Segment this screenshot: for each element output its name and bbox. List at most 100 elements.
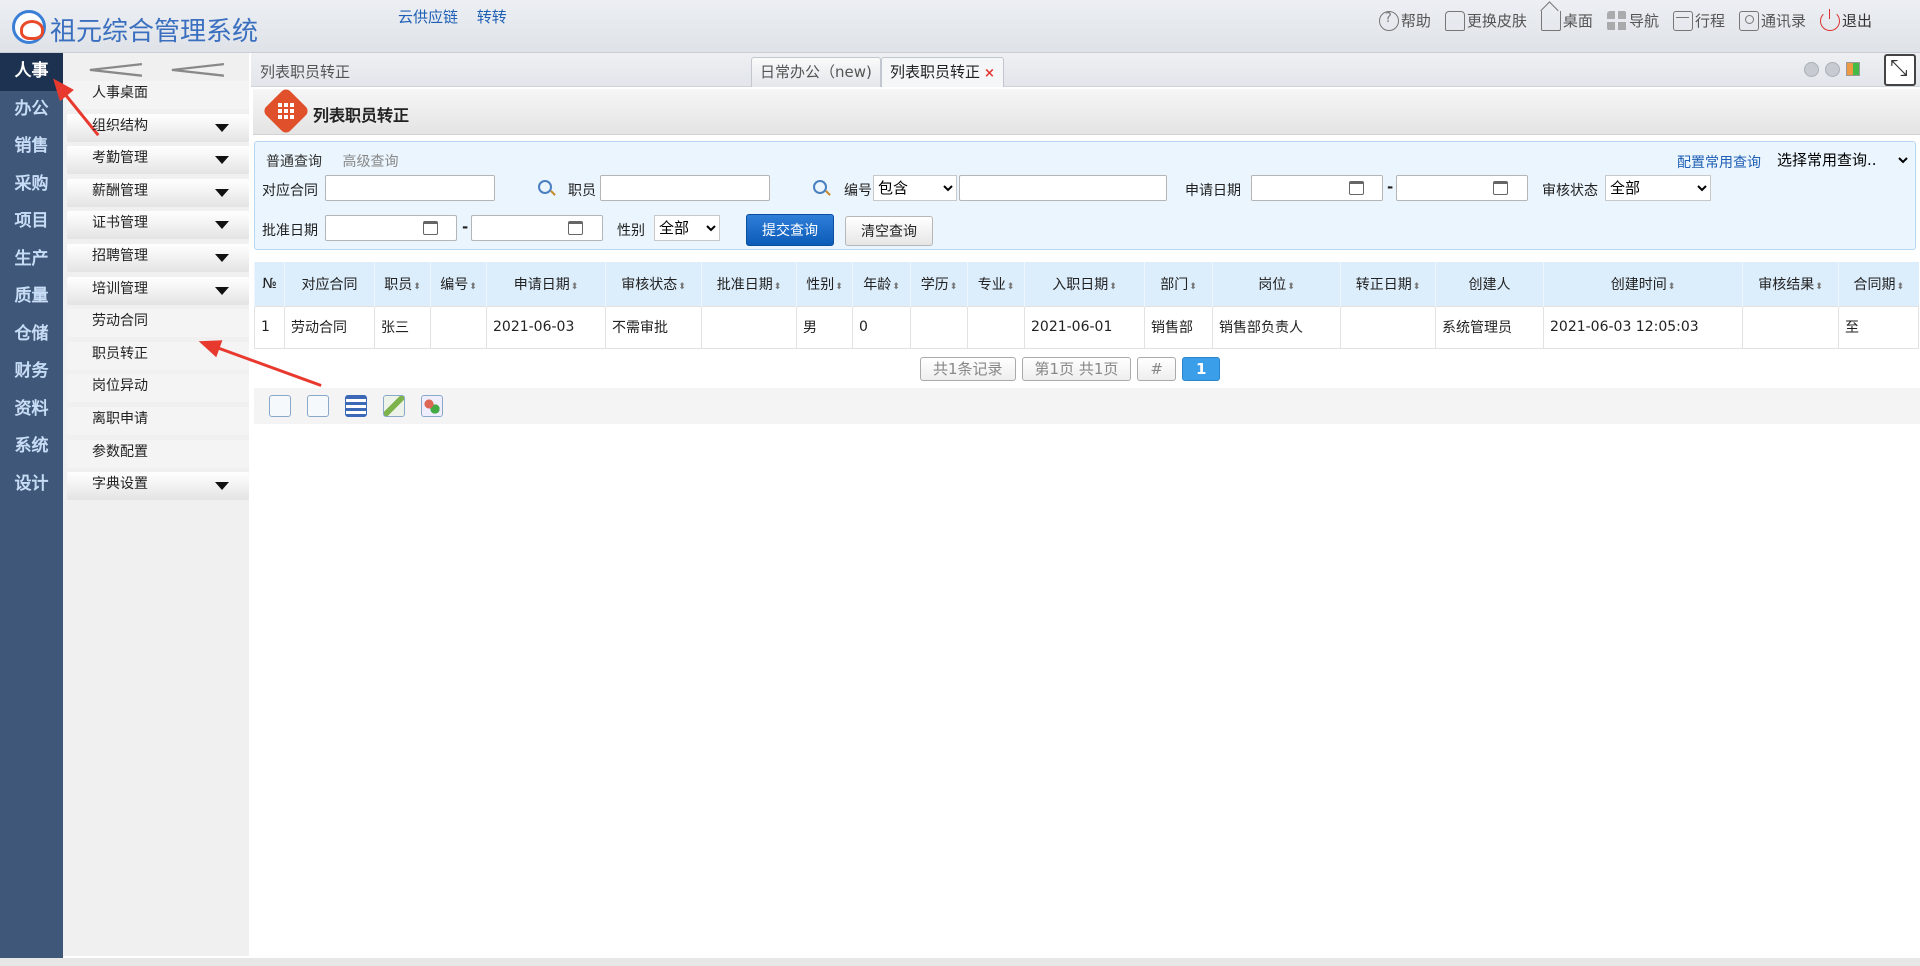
column-header-label: № [262,275,277,292]
calendar-icon[interactable] [1493,181,1508,195]
calendar-icon[interactable] [1349,181,1364,195]
column-header[interactable]: 入职日期⬍ [1024,262,1145,306]
sub-nav-item[interactable]: 劳动合同 [63,307,249,340]
column-header[interactable]: 合同期⬍ [1838,262,1919,306]
code-input[interactable] [959,175,1167,201]
tab-normal-query[interactable]: 普通查询 [266,154,322,170]
code-operator-select[interactable]: 包含 [873,175,957,201]
edit-icon[interactable] [383,395,405,417]
main-nav: 人事 办公 销售 采购 项目 生产 质量 仓储 财务 资料 系统 设计 [0,53,63,966]
column-header[interactable]: 审核结果⬍ [1742,262,1839,306]
submit-query-button[interactable]: 提交查询 [746,214,834,246]
sub-nav-item-label: 劳动合同 [92,313,148,330]
page-button-current[interactable]: 1 [1181,357,1221,381]
column-header-label: 对应合同 [301,276,358,293]
approve-date-end-input[interactable] [471,215,603,241]
config-common-query-link[interactable]: 配置常用查询 [1677,152,1761,172]
data-table: № 对应合同 职员⬍ 编号⬍ 申请日期⬍ 审核状态⬍ 批准日期⬍ 性别⬍ 年龄⬍ 学历⬍ 专业⬍ 入职… [254,262,1919,349]
column-header[interactable]: 学历⬍ [910,262,968,306]
breadcrumb: 列表职员转正 [260,63,351,81]
plugin-icon[interactable] [421,395,443,417]
sub-nav-item-label: 考勤管理 [92,150,148,167]
search-icon[interactable] [813,180,827,194]
column-header[interactable]: 年龄⬍ [852,262,911,306]
sub-nav-item-label: 组织结构 [92,117,148,134]
column-header[interactable]: 编号⬍ [430,262,487,306]
search-icon[interactable] [538,180,552,194]
column-header[interactable]: 审核状态⬍ [605,262,702,306]
column-header[interactable]: 职员⬍ [374,262,431,306]
document-icon[interactable] [307,395,329,417]
scroll-left-icon[interactable] [1804,62,1819,77]
column-header[interactable]: 专业⬍ [967,262,1025,306]
sub-nav-item[interactable]: 人事桌面 [63,79,249,112]
common-query-select[interactable]: 选择常用查询.. [1773,149,1911,171]
main-nav-item-finance[interactable]: 财务 [0,353,63,391]
contract-label: 对应合同 [262,183,318,199]
main-nav-item-materials[interactable]: 资料 [0,391,63,429]
schedule-button[interactable]: 行程 [1672,10,1725,31]
sub-nav-item[interactable]: 薪酬管理 [63,177,249,210]
employee-input[interactable] [600,175,770,201]
column-header: 对应合同 [284,262,375,306]
collapse-sidebar-button[interactable]: < < [63,53,249,85]
date-range-dash: - [1387,178,1394,196]
column-header-label: 批准日期 [716,276,773,293]
desktop-button[interactable]: 桌面 [1540,10,1593,31]
close-icon[interactable]: × [984,66,995,81]
main-nav-item-warehouse[interactable]: 仓储 [0,316,63,354]
calendar-icon[interactable] [423,221,438,235]
gender-label: 性别 [617,223,645,239]
contract-input[interactable] [325,175,495,201]
page-jump-button[interactable]: # [1137,357,1176,381]
logout-button[interactable]: 退出 [1819,8,1872,31]
sub-nav-item[interactable]: 字典设置 [63,470,249,503]
main-nav-item-quality[interactable]: 质量 [0,278,63,316]
sub-nav-item[interactable]: 职员转正 [63,340,249,373]
column-header[interactable]: 申请日期⬍ [486,262,606,306]
navigation-button[interactable]: 导航 [1606,10,1659,31]
gender-select[interactable]: 全部 [654,215,720,241]
help-button[interactable]: 帮助 [1378,10,1431,31]
main-nav-item-purchase[interactable]: 采购 [0,166,63,204]
calendar-icon[interactable] [568,221,583,235]
sub-nav-item[interactable]: 证书管理 [63,209,249,242]
sub-nav-item[interactable]: 参数配置 [63,438,249,471]
sub-nav-item[interactable]: 离职申请 [63,405,249,438]
tab-employee-regularization[interactable]: 列表职员转正 × [881,57,1004,87]
tab-advanced-query[interactable]: 高级查询 [342,154,398,170]
tile-windows-icon[interactable] [1846,62,1860,76]
column-header[interactable]: 转正日期⬍ [1340,262,1436,306]
column-header[interactable]: 批准日期⬍ [701,262,797,306]
tab-daily-office[interactable]: 日常办公（new) [751,57,881,87]
change-skin-button[interactable]: 更换皮肤 [1444,10,1527,31]
sub-nav-item[interactable]: 招聘管理 [63,242,249,275]
table-row[interactable]: 1 劳动合同 张三 2021-06-03 不需审批 男 0 2021-06-01 销售部 销售部负… [254,305,1919,349]
top-link-cloud-supply[interactable]: 云供应链 [398,8,458,26]
top-link-zhuanzhuan[interactable]: 转转 [477,8,507,26]
main-nav-item-project[interactable]: 项目 [0,203,63,241]
apply-date-end-input[interactable] [1396,175,1528,201]
column-header: № [254,262,285,306]
top-bar: 祖元综合管理系统 云供应链 转转 帮助 更换皮肤 桌面 导航 行程 通讯录 退出 [0,0,1920,53]
main-nav-item-system[interactable]: 系统 [0,428,63,466]
sub-nav-item[interactable]: 培训管理 [63,275,249,308]
sub-nav-item[interactable]: 考勤管理 [63,144,249,177]
fullscreen-icon[interactable] [1884,54,1916,86]
main-nav-item-office[interactable]: 办公 [0,91,63,129]
main-nav-item-sales[interactable]: 销售 [0,128,63,166]
table-icon[interactable] [345,395,367,417]
audit-status-select[interactable]: 全部 [1605,175,1711,201]
main-nav-item-production[interactable]: 生产 [0,241,63,279]
column-header[interactable]: 性别⬍ [796,262,853,306]
column-settings-icon[interactable] [269,395,291,417]
column-header[interactable]: 岗位⬍ [1212,262,1341,306]
contacts-button[interactable]: 通讯录 [1738,10,1806,31]
main-nav-item-design[interactable]: 设计 [0,466,63,504]
column-header[interactable]: 创建时间⬍ [1543,262,1743,306]
schedule-label: 行程 [1694,12,1725,30]
column-header[interactable]: 部门⬍ [1144,262,1213,306]
clear-query-button[interactable]: 清空查询 [845,216,933,246]
scroll-right-icon[interactable] [1825,62,1840,77]
sub-nav-item[interactable]: 岗位异动 [63,372,249,405]
